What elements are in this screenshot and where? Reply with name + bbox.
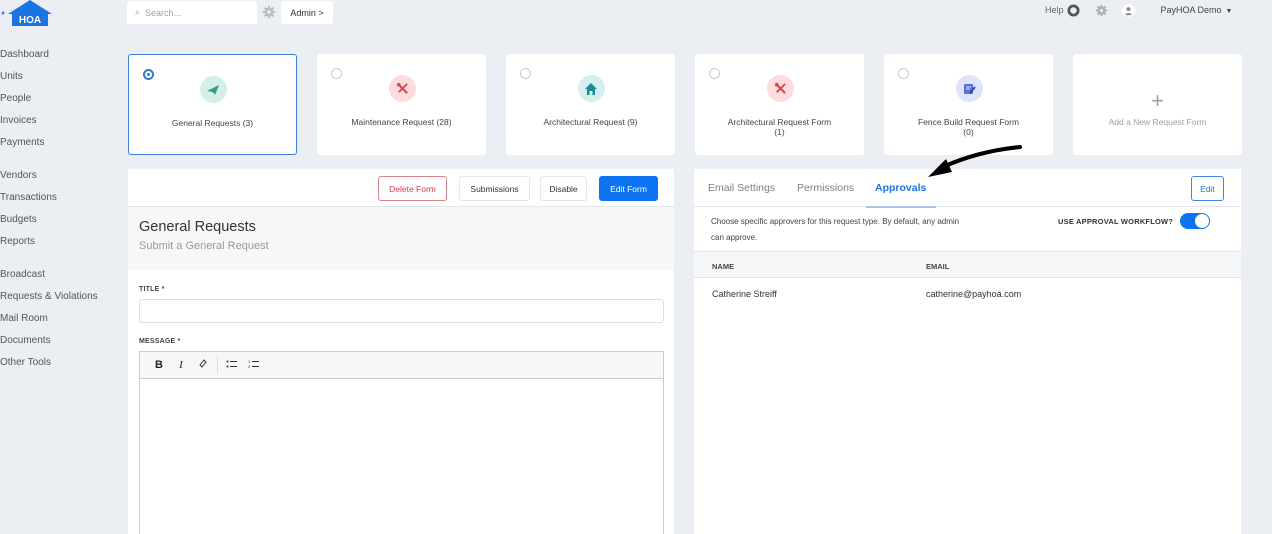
disable-button[interactable]: Disable <box>540 176 587 201</box>
approvals-description: Choose specific approvers for this reque… <box>711 217 960 242</box>
title-input[interactable] <box>139 299 664 323</box>
approval-workflow-label: USE APPROVAL WORKFLOW? <box>1058 217 1174 226</box>
active-tab-indicator <box>866 206 936 208</box>
submissions-button[interactable]: Submissions <box>459 176 530 201</box>
tab-email-settings[interactable]: Email Settings <box>708 182 775 194</box>
sidebar-item-other-tools[interactable]: Other Tools <box>0 355 120 377</box>
logo-text: HOA <box>19 15 41 26</box>
tools-icon <box>766 75 794 102</box>
message-editor[interactable]: B I 12 <box>139 351 664 534</box>
radio-unselected[interactable] <box>520 68 531 79</box>
user-avatar-icon[interactable] <box>1121 3 1135 17</box>
sidebar-item-mail-room[interactable]: Mail Room <box>0 311 120 333</box>
svg-text:2: 2 <box>248 364 251 369</box>
sidebar-item-broadcast[interactable]: Broadcast <box>0 267 120 289</box>
form-title: General Requests <box>139 219 256 235</box>
sidebar-item-units[interactable]: Units <box>0 69 120 91</box>
add-request-form-card[interactable]: + Add a New Request Form <box>1073 54 1242 155</box>
approval-workflow-toggle[interactable] <box>1180 213 1210 229</box>
form-subtitle: Submit a General Request <box>139 240 269 252</box>
approver-email: catherine@payhoa.com <box>926 289 1022 299</box>
sidebar-divider <box>0 157 120 168</box>
request-type-card-architectural[interactable]: Architectural Request (9) <box>506 54 675 155</box>
help-lifebuoy-icon[interactable] <box>1066 3 1080 17</box>
form-toolbar: Delete Form Submissions Disable Edit For… <box>128 169 674 207</box>
sidebar-item-requests-violations[interactable]: Requests & Violations <box>0 289 120 311</box>
message-field-label: MESSAGE * <box>139 338 181 345</box>
numbered-list-icon[interactable]: 12 <box>243 359 265 372</box>
tools-icon <box>388 75 416 102</box>
user-menu-label: PayHOA Demo <box>1160 5 1222 15</box>
request-type-label: General Requests (3) <box>171 118 254 128</box>
sidebar-item-transactions[interactable]: Transactions <box>0 190 120 212</box>
edit-form-icon <box>955 75 983 102</box>
request-type-card-fence-build[interactable]: Fence Build Request Form (0) <box>884 54 1053 155</box>
add-request-form-label: Add a New Request Form <box>1108 117 1207 127</box>
form-preview-panel: Delete Form Submissions Disable Edit For… <box>128 169 674 534</box>
sidebar-item-dashboard[interactable]: Dashboard <box>0 47 120 69</box>
delete-form-button[interactable]: Delete Form <box>378 176 447 201</box>
column-header-email[interactable]: EMAIL <box>926 262 949 271</box>
radio-unselected[interactable] <box>709 68 720 79</box>
radio-selected[interactable] <box>143 69 154 80</box>
form-header: General Requests Submit a General Reques… <box>128 207 674 270</box>
settings-tabs: Email Settings Permissions Approvals Edi… <box>694 169 1241 208</box>
gear-icon[interactable] <box>262 5 276 19</box>
tab-permissions[interactable]: Permissions <box>797 182 854 194</box>
sidebar-item-vendors[interactable]: Vendors <box>0 168 120 190</box>
top-right-nav: Help PayHOA Demo ▼ <box>1045 2 1232 18</box>
settings-gear-icon[interactable] <box>1095 4 1108 17</box>
column-header-name[interactable]: NAME <box>712 262 734 271</box>
help-link[interactable]: Help <box>1045 5 1064 15</box>
bulleted-list-icon[interactable] <box>221 359 243 372</box>
sidebar-item-reports[interactable]: Reports <box>0 234 120 256</box>
request-settings-panel: Email Settings Permissions Approvals Edi… <box>694 169 1241 534</box>
hoa-logo[interactable]: HOA <box>0 0 60 28</box>
search-icon: ⌕ <box>135 7 141 17</box>
italic-icon[interactable]: I <box>170 359 192 371</box>
sidebar: Dashboard Units People Invoices Payments… <box>0 47 120 377</box>
request-type-card-maintenance[interactable]: Maintenance Request (28) <box>317 54 486 155</box>
admin-button[interactable]: Admin > <box>281 1 333 24</box>
link-icon[interactable] <box>192 358 214 372</box>
toolbar-divider <box>217 356 218 374</box>
user-menu[interactable]: PayHOA Demo ▼ <box>1161 5 1233 15</box>
plus-icon: + <box>1151 88 1164 113</box>
sidebar-item-payments[interactable]: Payments <box>0 135 120 157</box>
search-box[interactable]: ⌕ <box>127 1 257 24</box>
request-type-label: Architectural Request Form (1) <box>727 117 832 137</box>
request-type-card-architectural-form[interactable]: Architectural Request Form (1) <box>695 54 864 155</box>
sidebar-item-documents[interactable]: Documents <box>0 333 120 355</box>
search-input[interactable] <box>145 7 246 18</box>
bold-icon[interactable]: B <box>148 359 170 371</box>
editor-toolbar: B I 12 <box>140 352 663 379</box>
request-type-label: Maintenance Request (28) <box>351 117 452 127</box>
request-type-card-general[interactable]: General Requests (3) <box>128 54 297 155</box>
caret-down-icon: ▼ <box>1225 8 1233 15</box>
request-type-label: Fence Build Request Form (0) <box>917 117 1020 137</box>
approvers-table-header: NAME EMAIL <box>694 251 1241 278</box>
sidebar-divider <box>0 256 120 267</box>
request-type-label: Architectural Request (9) <box>543 117 638 127</box>
sidebar-item-invoices[interactable]: Invoices <box>0 113 120 135</box>
sidebar-item-people[interactable]: People <box>0 91 120 113</box>
title-field-label: TITLE * <box>139 286 165 293</box>
tab-approvals[interactable]: Approvals <box>875 182 926 194</box>
radio-unselected[interactable] <box>898 68 909 79</box>
approver-name: Catherine Streiff <box>712 289 777 299</box>
home-icon <box>577 75 605 102</box>
message-editor-content[interactable] <box>140 379 663 529</box>
radio-unselected[interactable] <box>331 68 342 79</box>
edit-form-button[interactable]: Edit Form <box>599 176 658 201</box>
edit-settings-button[interactable]: Edit <box>1191 176 1224 201</box>
sidebar-item-budgets[interactable]: Budgets <box>0 212 120 234</box>
paper-plane-icon <box>199 76 227 103</box>
